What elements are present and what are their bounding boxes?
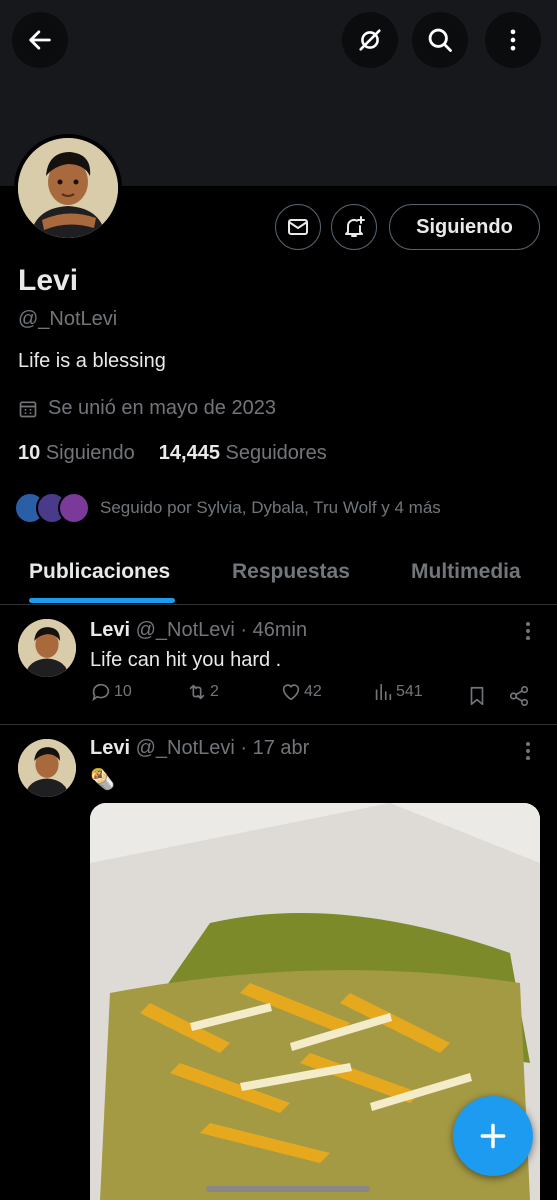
home-indicator [206, 1186, 370, 1192]
grok-icon [359, 29, 381, 51]
grok-button[interactable] [342, 12, 398, 68]
following-count: 10 [18, 442, 41, 464]
more-options-button[interactable] [485, 12, 541, 68]
follow-stats: 10 Siguiendo 14,445 Seguidores [18, 442, 327, 465]
post-handle: @_NotLevi [135, 737, 235, 759]
avatar [58, 492, 90, 524]
reply-button[interactable]: 10 [90, 681, 132, 703]
message-button[interactable] [275, 204, 321, 250]
profile-handle: @_NotLevi [18, 308, 118, 330]
following-label: Siguiendo [45, 442, 135, 464]
avatar-illustration [18, 619, 76, 677]
post-author[interactable]: Levi [90, 619, 130, 641]
repost-icon [189, 684, 205, 700]
search-button[interactable] [412, 12, 468, 68]
avatar[interactable] [18, 619, 76, 677]
views-count: 541 [396, 683, 423, 700]
profile-bio: Life is a blessing [18, 350, 166, 372]
bookmark-icon[interactable] [466, 685, 488, 707]
tab-posts[interactable]: Publicaciones [29, 560, 170, 584]
share-icon[interactable] [508, 685, 530, 707]
followers-count: 14,445 [158, 442, 220, 464]
active-tab-indicator [29, 598, 175, 603]
post-header: Levi @_NotLevi · 17 abr [90, 737, 309, 760]
followed-by-text: Seguido por Sylvia, Dybala, Tru Wolf y 4… [100, 498, 441, 517]
mail-icon [288, 219, 308, 235]
join-date-text: Se unió en mayo de 2023 [48, 397, 276, 419]
profile-name: Levi [18, 264, 79, 297]
arrow-left-icon [29, 30, 51, 50]
followers-avatars [14, 492, 90, 524]
avatar-illustration [18, 138, 118, 238]
avatar-illustration [18, 739, 76, 797]
post-text: Life can hit you hard . [90, 649, 282, 671]
post-text: 🌯 [90, 769, 115, 791]
followed-by[interactable]: Seguido por Sylvia, Dybala, Tru Wolf y 4… [14, 492, 441, 524]
like-count: 42 [304, 683, 322, 700]
more-vertical-icon[interactable] [518, 619, 538, 643]
like-button[interactable]: 42 [280, 681, 322, 703]
post-time: · 17 abr [240, 737, 310, 759]
reply-icon [92, 683, 110, 702]
following-stat[interactable]: 10 Siguiendo [18, 442, 135, 465]
search-icon [428, 28, 452, 52]
views-button[interactable]: 541 [372, 681, 423, 703]
post-actions: 10 2 42 541 [90, 681, 540, 711]
post-handle: @_NotLevi [135, 619, 235, 641]
join-date: Se unió en mayo de 2023 [18, 397, 276, 420]
tab-replies[interactable]: Respuestas [232, 560, 350, 584]
more-vertical-icon [510, 29, 516, 51]
repost-count: 2 [210, 683, 219, 700]
post-item[interactable]: Levi @_NotLevi · 46min Life can hit you … [0, 605, 557, 725]
profile-tabs: Publicaciones Respuestas Multimedia [0, 540, 557, 605]
post-header: Levi @_NotLevi · 46min [90, 619, 307, 642]
post-author[interactable]: Levi [90, 737, 130, 759]
heart-icon [282, 684, 300, 701]
following-button[interactable]: Siguiendo [389, 204, 540, 250]
post-time: · 46min [240, 619, 308, 641]
followers-stat[interactable]: 14,445 Seguidores [159, 442, 327, 465]
views-icon [375, 683, 392, 701]
notifications-button[interactable] [331, 204, 377, 250]
bell-plus-icon [345, 216, 365, 237]
compose-button[interactable] [453, 1096, 533, 1176]
avatar[interactable] [18, 739, 76, 797]
repost-button[interactable]: 2 [186, 681, 219, 703]
reply-count: 10 [114, 683, 132, 700]
followers-label: Seguidores [225, 442, 327, 464]
calendar-icon [19, 401, 37, 417]
profile-avatar[interactable] [14, 134, 122, 242]
plus-icon [480, 1123, 506, 1149]
back-button[interactable] [12, 12, 68, 68]
more-vertical-icon[interactable] [518, 739, 538, 763]
tab-media[interactable]: Multimedia [411, 560, 521, 584]
